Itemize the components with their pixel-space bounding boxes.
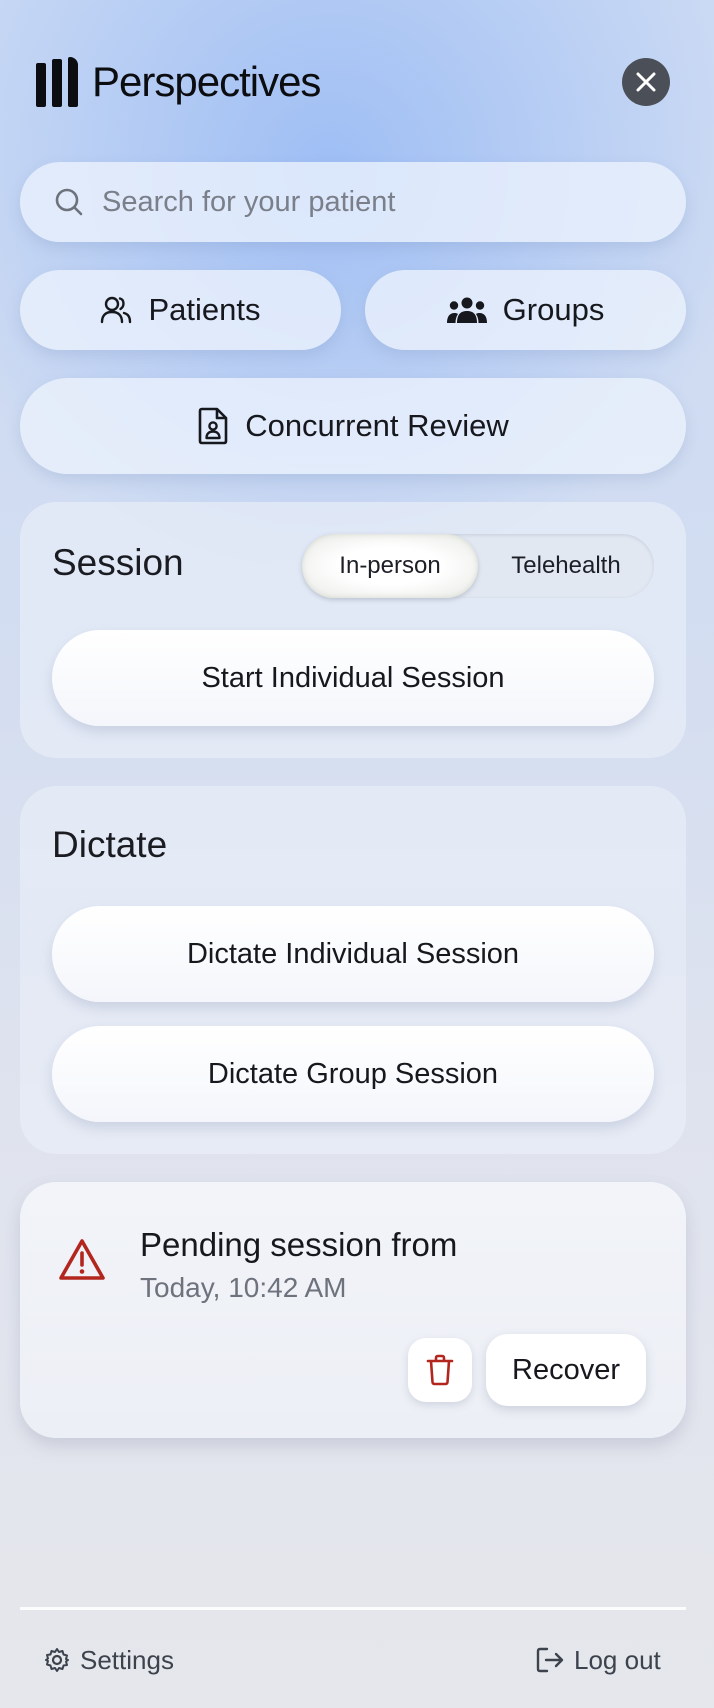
app-title: Perspectives [92, 58, 321, 105]
gear-icon [45, 1648, 69, 1672]
trash-icon [426, 1354, 454, 1386]
settings-link[interactable]: Settings [44, 1640, 174, 1680]
group-icon [446, 297, 487, 323]
recover-button[interactable]: Recover [486, 1334, 646, 1406]
app-header: Perspectives [36, 56, 321, 108]
patients-label: Patients [148, 292, 261, 327]
close-icon [636, 72, 656, 92]
perspectives-logo-icon [36, 57, 78, 107]
delete-pending-button[interactable] [408, 1338, 472, 1402]
dictate-card: Dictate Dictate Individual Session Dicta… [20, 786, 686, 1154]
search-input[interactable]: Search for your patient [20, 162, 686, 242]
concurrent-review-label: Concurrent Review [245, 408, 509, 443]
close-button[interactable] [622, 58, 670, 106]
groups-button[interactable]: Groups [365, 270, 686, 350]
start-individual-session-button[interactable]: Start Individual Session [52, 630, 654, 726]
session-card: Session In-person Telehealth Start Indiv… [20, 502, 686, 758]
users-icon [101, 296, 132, 324]
mode-in-person-option[interactable]: In-person [302, 534, 478, 598]
footer-divider [20, 1607, 686, 1610]
dictate-title: Dictate [52, 824, 168, 865]
dictate-group-session-button[interactable]: Dictate Group Session [52, 1026, 654, 1122]
logout-icon [536, 1647, 564, 1673]
logout-link[interactable]: Log out [536, 1640, 661, 1680]
session-mode-toggle: In-person Telehealth [302, 534, 654, 598]
concurrent-review-button[interactable]: Concurrent Review [20, 378, 686, 474]
session-title: Session [52, 542, 184, 583]
mode-telehealth-option[interactable]: Telehealth [478, 534, 654, 598]
search-placeholder: Search for your patient [102, 185, 396, 218]
pending-session-title: Pending session from [140, 1226, 458, 1263]
pending-session-card: Pending session from Today, 10:42 AM Rec… [20, 1182, 686, 1438]
settings-label: Settings [80, 1644, 174, 1675]
logout-label: Log out [574, 1644, 661, 1675]
pending-session-time: Today, 10:42 AM [140, 1272, 347, 1303]
patient-file-icon [198, 407, 228, 445]
patients-button[interactable]: Patients [20, 270, 341, 350]
dictate-individual-session-button[interactable]: Dictate Individual Session [52, 906, 654, 1002]
groups-label: Groups [502, 292, 605, 327]
search-icon [55, 188, 83, 216]
warning-icon [59, 1239, 105, 1280]
